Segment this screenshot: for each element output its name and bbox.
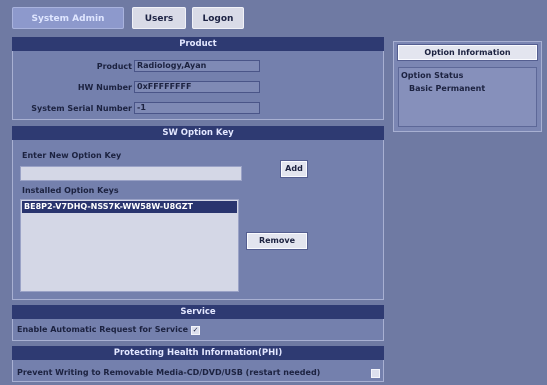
product-header: Product: [12, 37, 384, 51]
prevent-writing-label: Prevent Writing to Removable Media-CD/DV…: [17, 368, 321, 377]
tab-system-admin[interactable]: System Admin: [12, 7, 124, 29]
serial-number-value: -1: [134, 102, 260, 114]
serial-number-label: System Serial Number: [31, 104, 132, 113]
option-information-header: Option Information: [397, 44, 538, 61]
hw-number-label: HW Number: [77, 83, 132, 92]
add-button[interactable]: Add: [280, 160, 308, 178]
product-value: Radiology,Ayan: [134, 60, 260, 72]
phi-header: Protecting Health Information(PHI): [12, 346, 384, 360]
option-status-value: Basic Permanent: [409, 84, 486, 93]
list-item[interactable]: BE8P2-V7DHQ-NSS7K-WW58W-U8GZT: [22, 201, 237, 213]
remove-button[interactable]: Remove: [246, 232, 308, 250]
installed-keys-list[interactable]: BE8P2-V7DHQ-NSS7K-WW58W-U8GZT: [20, 199, 239, 292]
installed-option-keys-label: Installed Option Keys: [22, 186, 119, 195]
enable-service-label: Enable Automatic Request for Service: [17, 325, 189, 334]
option-key-input[interactable]: [20, 166, 242, 181]
hw-number-value: 0xFFFFFFFF: [134, 81, 260, 93]
tab-users[interactable]: Users: [132, 7, 186, 29]
service-header: Service: [12, 305, 384, 319]
prevent-writing-checkbox[interactable]: [371, 369, 380, 378]
enter-option-key-label: Enter New Option Key: [22, 151, 122, 160]
sw-option-key-header: SW Option Key: [12, 126, 384, 140]
tab-logon[interactable]: Logon: [192, 7, 244, 29]
enable-service-checkbox[interactable]: ✓: [191, 326, 200, 335]
product-label: Product: [96, 62, 132, 71]
option-status-title: Option Status: [401, 71, 464, 80]
